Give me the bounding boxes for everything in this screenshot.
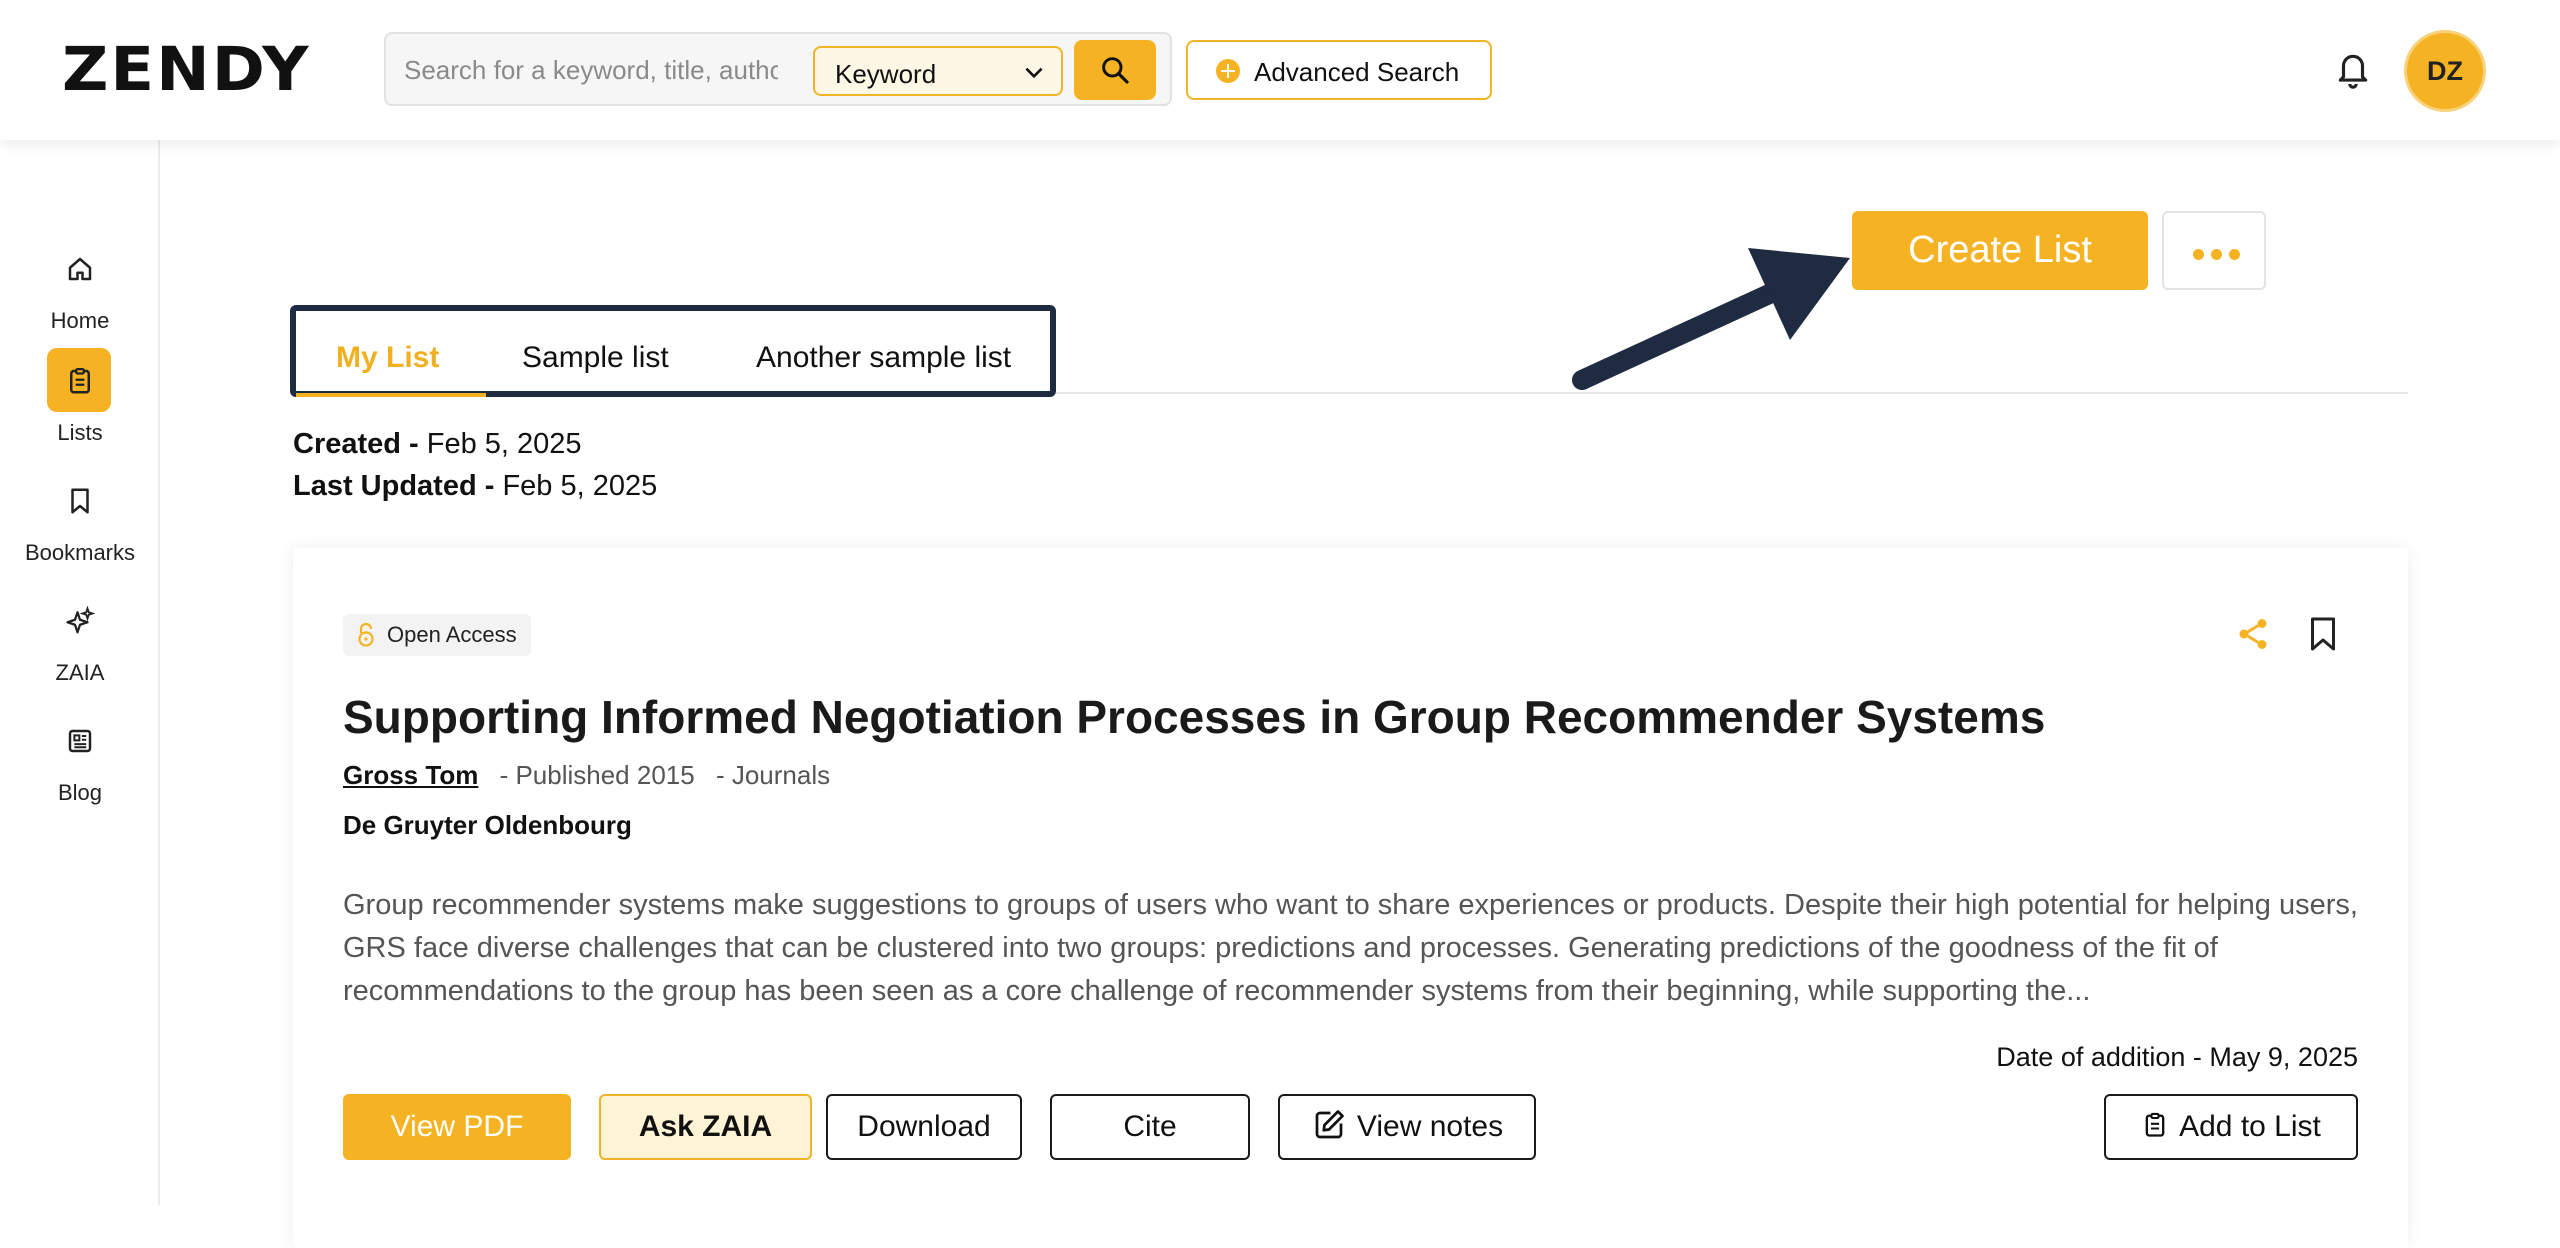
bell-icon[interactable] — [2334, 48, 2372, 90]
sparkles-icon-wrap — [47, 588, 111, 652]
active-tab-indicator — [296, 393, 486, 397]
chevron-down-icon — [1025, 67, 1043, 79]
article-abstract: Group recommender systems make suggestio… — [343, 889, 2358, 1007]
publisher-name: De Gruyter Oldenbourg — [343, 810, 632, 840]
sidebar-item-bookmarks[interactable]: Bookmarks — [0, 468, 160, 568]
newspaper-icon-wrap — [47, 708, 111, 772]
open-access-badge: Open Access — [343, 614, 531, 656]
plus-circle-icon — [1216, 59, 1240, 83]
view-pdf-button[interactable]: View PDF — [343, 1094, 571, 1160]
updated-label: Last Updated - — [293, 470, 495, 502]
sparkles-icon — [66, 606, 95, 634]
sidebar-item-blog[interactable]: Blog — [0, 708, 160, 808]
ellipsis-icon — [2193, 247, 2247, 265]
sidebar-item-lists[interactable]: Lists — [0, 348, 160, 448]
clipboard-icon — [70, 368, 90, 394]
cite-button[interactable]: Cite — [1050, 1094, 1250, 1160]
home-icon-wrap — [47, 236, 111, 300]
tab-another-sample-list[interactable]: Another sample list — [756, 341, 1011, 375]
add-to-list-label: Add to List — [2179, 1110, 2321, 1143]
search-input[interactable] — [404, 48, 778, 92]
bookmark-icon — [71, 488, 89, 514]
clipboard-icon — [2145, 1112, 2165, 1137]
search-type-select[interactable]: Keyword — [813, 46, 1063, 96]
edit-icon — [1315, 1110, 1344, 1139]
bookmark-icon[interactable] — [2305, 614, 2341, 654]
sidebar-item-label: Lists — [57, 420, 103, 445]
add-to-list-button[interactable]: Add to List — [2104, 1094, 2358, 1160]
updated-date: Last Updated - Feb 5, 2025 — [293, 470, 657, 503]
search-button[interactable] — [1074, 40, 1156, 100]
sidebar-item-label: Home — [50, 308, 110, 333]
updated-value: Feb 5, 2025 — [502, 470, 658, 502]
top-header: ZENDY Keyword Advanced Search DZ — [0, 0, 2560, 140]
search-bar: Keyword — [384, 32, 1172, 106]
article-byline: Gross Tom - Published 2015 - Journals — [343, 760, 830, 791]
author-link[interactable]: Gross Tom — [343, 760, 478, 790]
more-options-button[interactable] — [2162, 211, 2266, 290]
advanced-search-button[interactable]: Advanced Search — [1186, 40, 1492, 100]
advanced-search-label: Advanced Search — [1254, 57, 1460, 87]
view-notes-label: View notes — [1356, 1110, 1504, 1143]
sidebar-item-label: Bookmarks — [24, 540, 136, 565]
tabs-divider — [1056, 392, 2408, 394]
tab-sample-list[interactable]: Sample list — [522, 341, 669, 375]
unlock-icon — [358, 622, 374, 647]
article-card: Open Access Supporting Informed Negotiat… — [293, 548, 2408, 1248]
article-title[interactable]: Supporting Informed Negotiation Processe… — [343, 690, 2045, 744]
newspaper-icon — [68, 729, 92, 753]
ask-zaia-button[interactable]: Ask ZAIA — [599, 1094, 812, 1160]
bookmark-icon-wrap — [47, 468, 111, 532]
published-year: - Published 2015 — [499, 760, 695, 790]
sidebar-item-label: ZAIA — [55, 660, 105, 685]
created-label: Created - — [293, 428, 419, 460]
sidebar-item-home[interactable]: Home — [0, 236, 160, 336]
publication-type: - Journals — [715, 760, 831, 790]
created-value: Feb 5, 2025 — [426, 428, 582, 460]
user-avatar[interactable]: DZ — [2404, 30, 2486, 112]
home-icon — [68, 257, 92, 281]
open-access-label: Open Access — [387, 622, 517, 647]
clipboard-icon-wrap — [47, 348, 111, 412]
share-icon[interactable] — [2235, 616, 2271, 652]
created-date: Created - Feb 5, 2025 — [293, 428, 582, 461]
tab-my-list[interactable]: My List — [336, 341, 439, 375]
search-type-value: Keyword — [835, 59, 937, 89]
download-button[interactable]: Download — [826, 1094, 1022, 1160]
list-tabs: My List Sample list Another sample list — [290, 305, 1056, 397]
search-icon — [1102, 57, 1129, 84]
annotation-arrow-icon — [1572, 248, 1850, 390]
sidebar-item-zaia[interactable]: ZAIA — [0, 588, 160, 688]
sidebar: Home Lists Bookmarks ZAIA Blog — [0, 140, 160, 1205]
sidebar-item-label: Blog — [57, 780, 103, 805]
view-notes-button[interactable]: View notes — [1278, 1094, 1536, 1160]
zendy-logo[interactable]: ZENDY — [62, 40, 311, 101]
create-list-button[interactable]: Create List — [1852, 211, 2148, 290]
date-of-addition: Date of addition - May 9, 2025 — [1996, 1042, 2358, 1072]
